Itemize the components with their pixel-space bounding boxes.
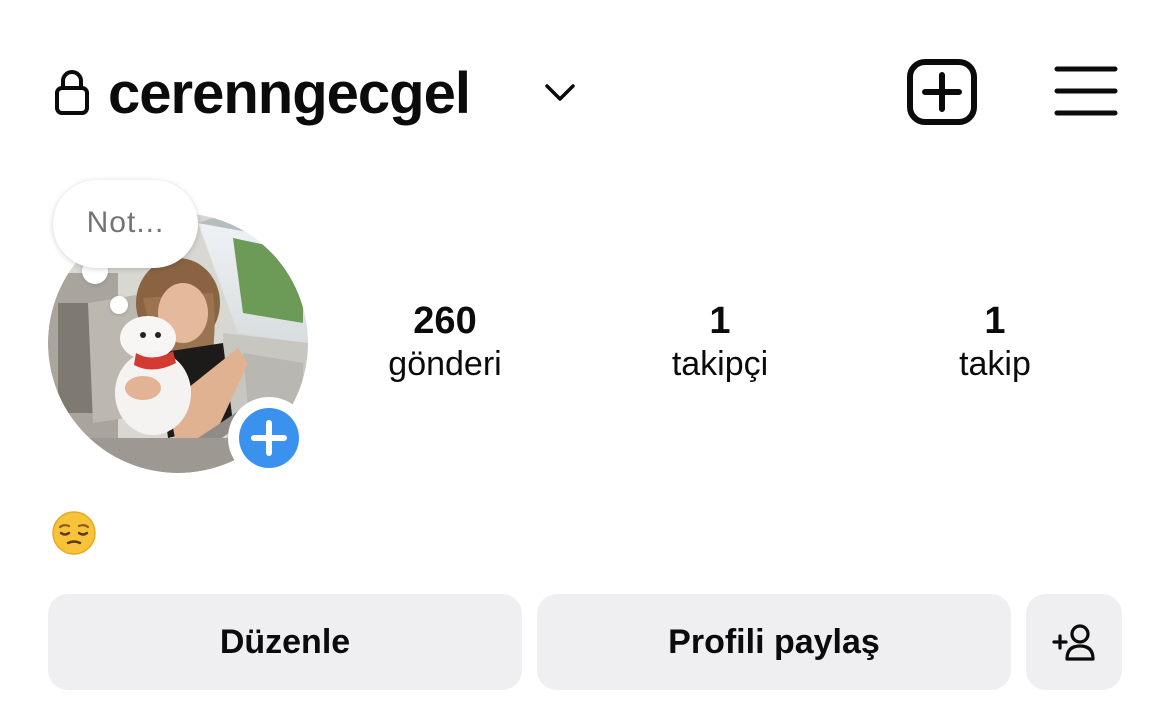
hamburger-menu-icon[interactable] [1054,64,1118,118]
posts-count: 260 [413,300,477,342]
profile-page: cerenngecgel Not... 260 gönderi 1 takipç… [0,0,1170,718]
discover-people-button[interactable] [1026,594,1122,690]
chevron-down-icon[interactable] [543,80,577,104]
following-label: takip [959,345,1031,383]
note-bubble[interactable]: Not... [53,180,198,268]
following-count: 1 [984,300,1006,342]
add-story-button[interactable] [228,397,310,479]
username-title[interactable]: cerenngecgel [108,58,471,130]
stat-followers[interactable]: 1 takipçi [640,298,800,384]
share-profile-button[interactable]: Profili paylaş [537,594,1011,690]
add-person-icon [1052,624,1095,661]
profile-header: cerenngecgel [0,0,1170,180]
pensive-face-emoji [52,511,96,555]
note-placeholder: Not... [86,206,165,239]
stat-following[interactable]: 1 takip [925,298,1065,384]
posts-label: gönderi [388,345,502,383]
followers-count: 1 [709,300,731,342]
add-story-badge [239,408,299,468]
plus-square-icon[interactable] [906,58,978,126]
note-bubble-tail-small [110,296,128,314]
lock-icon [55,70,89,115]
followers-label: takipçi [671,345,769,383]
plus-icon [251,420,287,456]
stat-posts[interactable]: 260 gönderi [360,298,530,384]
edit-profile-button[interactable]: Düzenle [48,594,522,690]
